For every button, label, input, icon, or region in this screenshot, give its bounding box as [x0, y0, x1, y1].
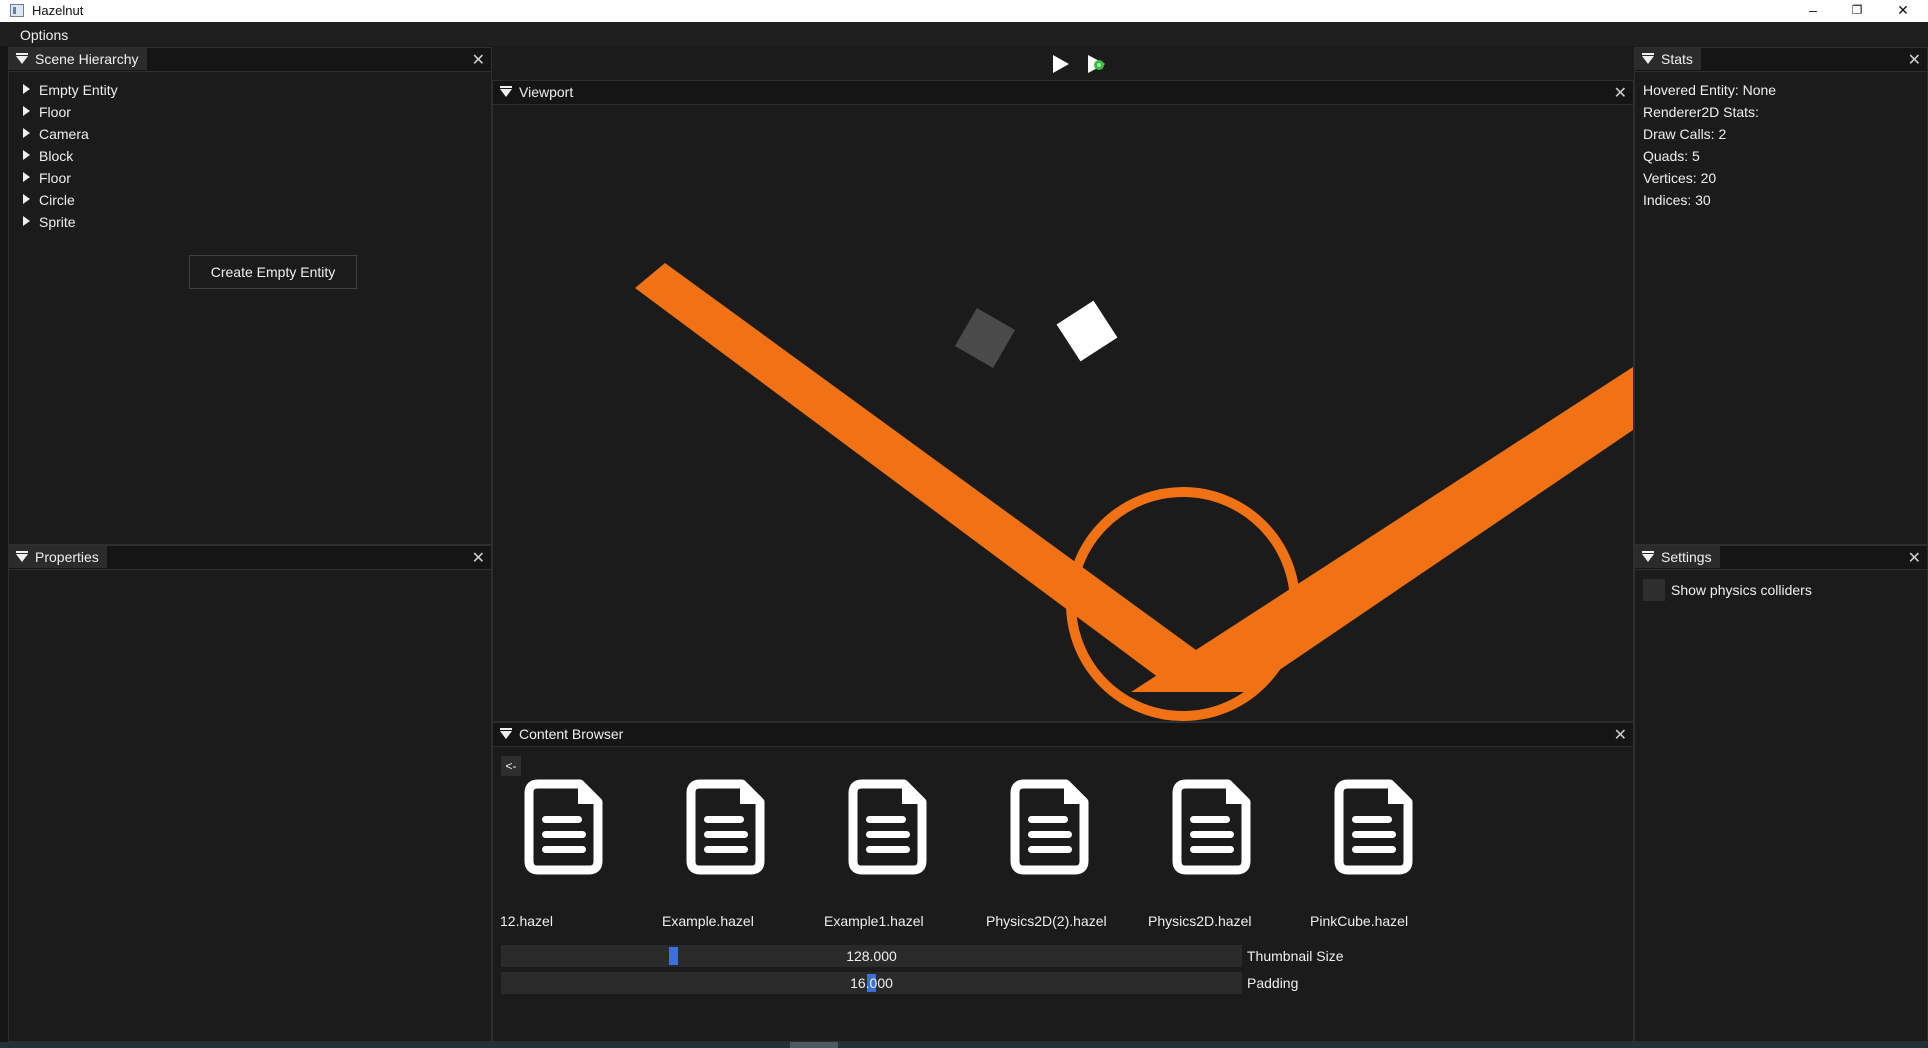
properties-title: Properties [35, 549, 99, 565]
collapse-triangle-icon[interactable] [500, 86, 512, 97]
stat-line: Renderer2D Stats: [1643, 104, 1759, 120]
tab-stats[interactable]: Stats [1635, 48, 1701, 70]
collapse-triangle-icon[interactable] [1642, 53, 1654, 64]
maximize-button[interactable]: ❐ [1834, 0, 1880, 22]
thumbnail-size-label: Thumbnail Size [1247, 948, 1344, 964]
entity-item[interactable]: Floor [23, 104, 71, 122]
file-name: 12.hazel [500, 913, 553, 929]
stats-header: Stats ✕ [1635, 48, 1927, 72]
collapse-triangle-icon[interactable] [500, 728, 512, 739]
show-physics-colliders-checkbox[interactable] [1643, 579, 1665, 601]
file-icon[interactable] [686, 779, 766, 875]
expand-arrow-icon[interactable] [23, 84, 30, 95]
expand-arrow-icon[interactable] [23, 128, 30, 139]
properties-header: Properties ✕ [9, 546, 491, 570]
file-name: Physics2D.hazel [1148, 913, 1252, 929]
file-icon[interactable] [848, 779, 928, 875]
close-icon[interactable]: ✕ [1908, 548, 1921, 568]
thumbnail-size-slider[interactable]: 128.000 [501, 945, 1242, 967]
window-title-bar: Hazelnut – ❐ ✕ [0, 0, 1928, 22]
entity-item[interactable]: Empty Entity [23, 82, 118, 100]
settings-panel: Settings ✕ Show physics colliders [1634, 545, 1928, 1042]
window-title: Hazelnut [32, 3, 84, 18]
stat-line: Draw Calls: 2 [1643, 126, 1727, 142]
file-icon[interactable] [524, 779, 604, 875]
entity-item[interactable]: Floor [23, 170, 71, 188]
entity-item[interactable]: Block [23, 148, 73, 166]
padding-value: 16.000 [850, 975, 893, 991]
menu-bar: Options [0, 22, 1928, 46]
file-name: PinkCube.hazel [1310, 913, 1409, 929]
minimize-button[interactable]: – [1790, 0, 1836, 22]
stat-line: Quads: 5 [1643, 148, 1700, 164]
close-icon[interactable]: ✕ [1614, 83, 1627, 103]
collapse-triangle-icon[interactable] [16, 551, 28, 562]
tab-content-browser[interactable]: Content Browser [493, 723, 632, 745]
thumbnail-size-value: 128.000 [846, 948, 897, 964]
content-browser-header: Content Browser ✕ [493, 723, 1633, 747]
entity-item[interactable]: Sprite [23, 214, 76, 232]
stat-line: Vertices: 20 [1643, 170, 1717, 186]
collapse-triangle-icon[interactable] [16, 53, 28, 64]
viewport-canvas[interactable] [493, 105, 1633, 721]
close-icon[interactable]: ✕ [472, 50, 485, 70]
expand-arrow-icon[interactable] [23, 106, 30, 117]
expand-arrow-icon[interactable] [23, 216, 30, 227]
expand-arrow-icon[interactable] [23, 150, 30, 161]
stats-title: Stats [1661, 51, 1693, 67]
entity-item[interactable]: Camera [23, 126, 89, 144]
viewport-header: Viewport ✕ [493, 81, 1633, 105]
tab-scene-hierarchy[interactable]: Scene Hierarchy [9, 48, 147, 70]
simulate-icon[interactable] [1086, 53, 1108, 75]
scene-hierarchy-title: Scene Hierarchy [35, 51, 139, 67]
close-icon[interactable]: ✕ [1614, 725, 1627, 745]
entity-item[interactable]: Circle [23, 192, 75, 210]
collapse-triangle-icon[interactable] [1642, 551, 1654, 562]
tab-properties[interactable]: Properties [9, 546, 107, 568]
menu-options[interactable]: Options [20, 27, 68, 43]
content-browser-title: Content Browser [519, 726, 624, 742]
close-icon[interactable]: ✕ [1908, 50, 1921, 70]
settings-header: Settings ✕ [1635, 546, 1927, 570]
file-icon[interactable] [1172, 779, 1252, 875]
taskbar-strip [0, 1042, 1928, 1048]
tab-viewport[interactable]: Viewport [493, 81, 582, 103]
file-name: Example1.hazel [824, 913, 924, 929]
create-empty-entity-menu-item[interactable]: Create Empty Entity [189, 255, 357, 289]
show-physics-colliders-label: Show physics colliders [1671, 582, 1812, 598]
scene-hierarchy-panel: Scene Hierarchy ✕ Empty Entity Floor Cam… [8, 47, 492, 545]
stat-line: Hovered Entity: None [1643, 82, 1777, 98]
tab-settings[interactable]: Settings [1635, 546, 1720, 568]
toolbar [492, 47, 1634, 80]
settings-title: Settings [1661, 549, 1712, 565]
close-window-button[interactable]: ✕ [1880, 0, 1926, 22]
expand-arrow-icon[interactable] [23, 194, 30, 205]
left-edge [0, 46, 8, 1042]
file-icon[interactable] [1010, 779, 1090, 875]
padding-label: Padding [1247, 975, 1299, 991]
close-icon[interactable]: ✕ [472, 548, 485, 568]
padding-slider[interactable]: 16.000 [501, 972, 1242, 994]
content-browser-panel: Content Browser ✕ <- 12.hazel Example.ha… [492, 722, 1634, 1042]
stats-panel: Stats ✕ Hovered Entity: None Renderer2D … [1634, 47, 1928, 545]
file-name: Example.hazel [662, 913, 754, 929]
expand-arrow-icon[interactable] [23, 172, 30, 183]
viewport-panel: Viewport ✕ [492, 80, 1634, 722]
play-icon[interactable] [1052, 54, 1070, 74]
app-icon [10, 4, 24, 17]
stat-line: Indices: 30 [1643, 192, 1711, 208]
taskbar-item[interactable] [790, 1042, 838, 1048]
back-button[interactable]: <- [501, 756, 521, 776]
file-name: Physics2D(2).hazel [986, 913, 1107, 929]
viewport-title: Viewport [519, 84, 574, 100]
file-icon[interactable] [1334, 779, 1414, 875]
properties-panel: Properties ✕ [8, 545, 492, 1042]
scene-hierarchy-header: Scene Hierarchy ✕ [9, 48, 491, 72]
